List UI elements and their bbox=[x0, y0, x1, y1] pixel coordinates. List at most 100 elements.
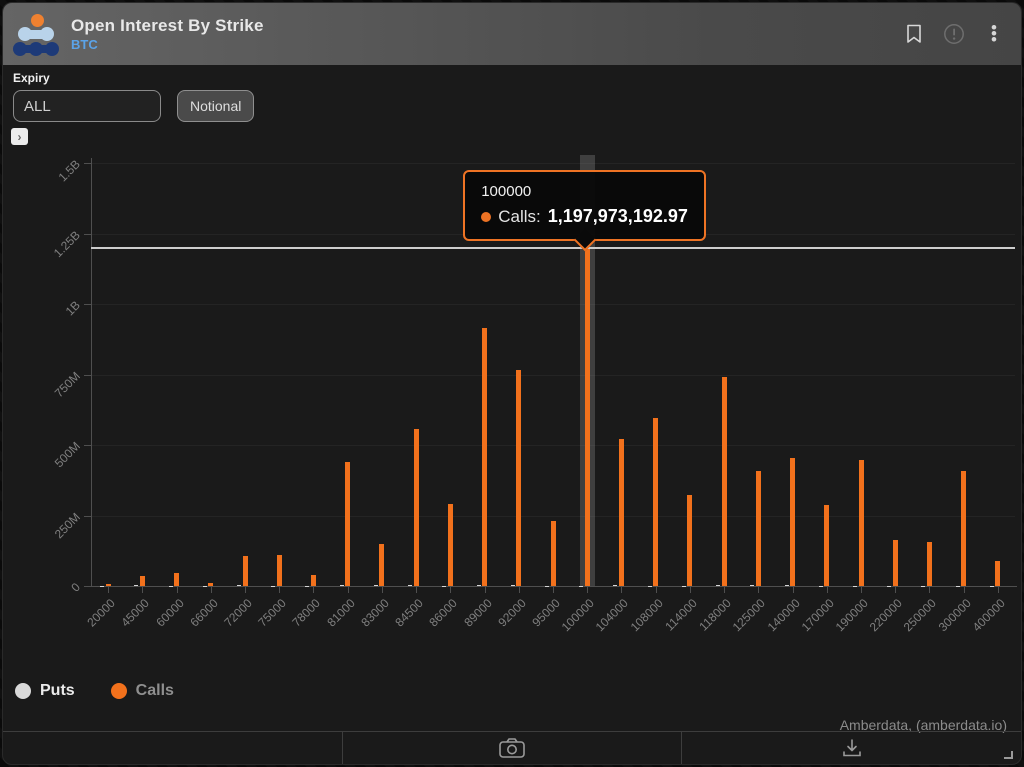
hl-line bbox=[91, 247, 1015, 249]
kebab-menu-icon[interactable]: ••• bbox=[983, 23, 1005, 45]
xtick bbox=[998, 587, 999, 593]
asset-symbol: BTC bbox=[71, 37, 264, 52]
bar[interactable] bbox=[824, 505, 829, 586]
bar[interactable] bbox=[134, 585, 138, 586]
xtick bbox=[587, 587, 588, 593]
bar[interactable] bbox=[785, 585, 789, 586]
xtick bbox=[758, 587, 759, 593]
ylab: 1.5B bbox=[31, 157, 83, 209]
xtick bbox=[485, 587, 486, 593]
controls-bar: Expiry ALL Notional bbox=[13, 71, 254, 122]
resize-corner-handle[interactable] bbox=[1004, 751, 1013, 759]
bar[interactable] bbox=[414, 429, 419, 586]
bar[interactable] bbox=[106, 584, 111, 586]
ylab: 0 bbox=[31, 580, 83, 632]
bar[interactable] bbox=[374, 585, 378, 586]
ylab: 250M bbox=[31, 510, 83, 562]
bar[interactable] bbox=[756, 471, 761, 586]
bar[interactable] bbox=[340, 585, 344, 586]
xtick bbox=[964, 587, 965, 593]
camera-icon bbox=[499, 738, 525, 758]
tooltip-strike: 100000 bbox=[481, 183, 688, 200]
info-icon[interactable] bbox=[943, 23, 965, 45]
calls-series-dot-icon bbox=[481, 212, 491, 222]
bar[interactable] bbox=[174, 573, 179, 586]
legend-label: Puts bbox=[40, 682, 75, 700]
xtick bbox=[895, 587, 896, 593]
bookmark-icon[interactable] bbox=[903, 23, 925, 45]
legend-item-puts[interactable]: Puts bbox=[15, 682, 75, 700]
bar[interactable] bbox=[516, 370, 521, 586]
expiry-select[interactable]: ALL bbox=[13, 90, 161, 122]
xtick bbox=[348, 587, 349, 593]
chart-legend: Puts Calls bbox=[15, 682, 174, 700]
bar[interactable] bbox=[790, 458, 795, 586]
bar[interactable] bbox=[961, 471, 966, 586]
bottom-toolbar bbox=[3, 731, 1021, 764]
ytick bbox=[84, 304, 91, 305]
page-title: Open Interest By Strike bbox=[71, 16, 264, 36]
gridline bbox=[91, 516, 1015, 517]
axis-x bbox=[91, 586, 1017, 587]
xtick bbox=[793, 587, 794, 593]
ytick bbox=[84, 445, 91, 446]
ylab: 500M bbox=[31, 439, 83, 491]
bar[interactable] bbox=[277, 555, 282, 586]
bar[interactable] bbox=[140, 576, 145, 586]
gridline bbox=[91, 445, 1015, 446]
xtick bbox=[416, 587, 417, 593]
gridline bbox=[91, 304, 1015, 305]
xtick bbox=[211, 587, 212, 593]
bar[interactable] bbox=[585, 248, 590, 586]
bar[interactable] bbox=[477, 585, 481, 586]
toolbar-blank-section[interactable] bbox=[3, 732, 342, 764]
xtick bbox=[656, 587, 657, 593]
download-icon bbox=[842, 739, 862, 758]
bar[interactable] bbox=[379, 544, 384, 586]
bar[interactable] bbox=[237, 585, 241, 586]
ylab: 750M bbox=[31, 369, 83, 421]
bar[interactable] bbox=[482, 328, 487, 586]
expiry-label: Expiry bbox=[13, 71, 254, 85]
xtick bbox=[382, 587, 383, 593]
widget-header: Open Interest By Strike BTC ••• bbox=[3, 3, 1021, 65]
xtick bbox=[553, 587, 554, 593]
ylab: 1B bbox=[31, 298, 83, 350]
tooltip-value: 1,197,973,192.97 bbox=[548, 206, 688, 227]
bar[interactable] bbox=[722, 377, 727, 586]
axis-y bbox=[91, 158, 92, 586]
bar[interactable] bbox=[927, 542, 932, 586]
bar[interactable] bbox=[613, 585, 617, 586]
bar[interactable] bbox=[208, 583, 213, 586]
legend-item-calls[interactable]: Calls bbox=[111, 682, 174, 700]
bar[interactable] bbox=[551, 521, 556, 586]
ytick bbox=[84, 163, 91, 164]
gridline bbox=[91, 163, 1015, 164]
bar[interactable] bbox=[893, 540, 898, 586]
bar[interactable] bbox=[716, 585, 720, 586]
bar[interactable] bbox=[619, 439, 624, 586]
ytick bbox=[84, 516, 91, 517]
bar[interactable] bbox=[243, 556, 248, 586]
notional-toggle-button[interactable]: Notional bbox=[177, 90, 254, 122]
bar[interactable] bbox=[311, 575, 316, 586]
xtick bbox=[279, 587, 280, 593]
xtick bbox=[450, 587, 451, 593]
amberdata-logo-icon bbox=[13, 12, 59, 56]
bar[interactable] bbox=[408, 585, 412, 586]
bar[interactable] bbox=[995, 561, 1000, 586]
bar[interactable] bbox=[653, 418, 658, 586]
xtick bbox=[861, 587, 862, 593]
bar[interactable] bbox=[750, 585, 754, 586]
gridline bbox=[91, 375, 1015, 376]
bar[interactable] bbox=[345, 462, 350, 586]
bar[interactable] bbox=[511, 585, 515, 586]
bar[interactable] bbox=[687, 495, 692, 586]
download-button[interactable] bbox=[681, 732, 1021, 764]
screenshot-button[interactable] bbox=[342, 732, 682, 764]
bar[interactable] bbox=[448, 504, 453, 586]
bar[interactable] bbox=[859, 460, 864, 586]
xlab: 400000 bbox=[941, 596, 1007, 662]
ytick bbox=[84, 586, 91, 587]
xtick bbox=[929, 587, 930, 593]
